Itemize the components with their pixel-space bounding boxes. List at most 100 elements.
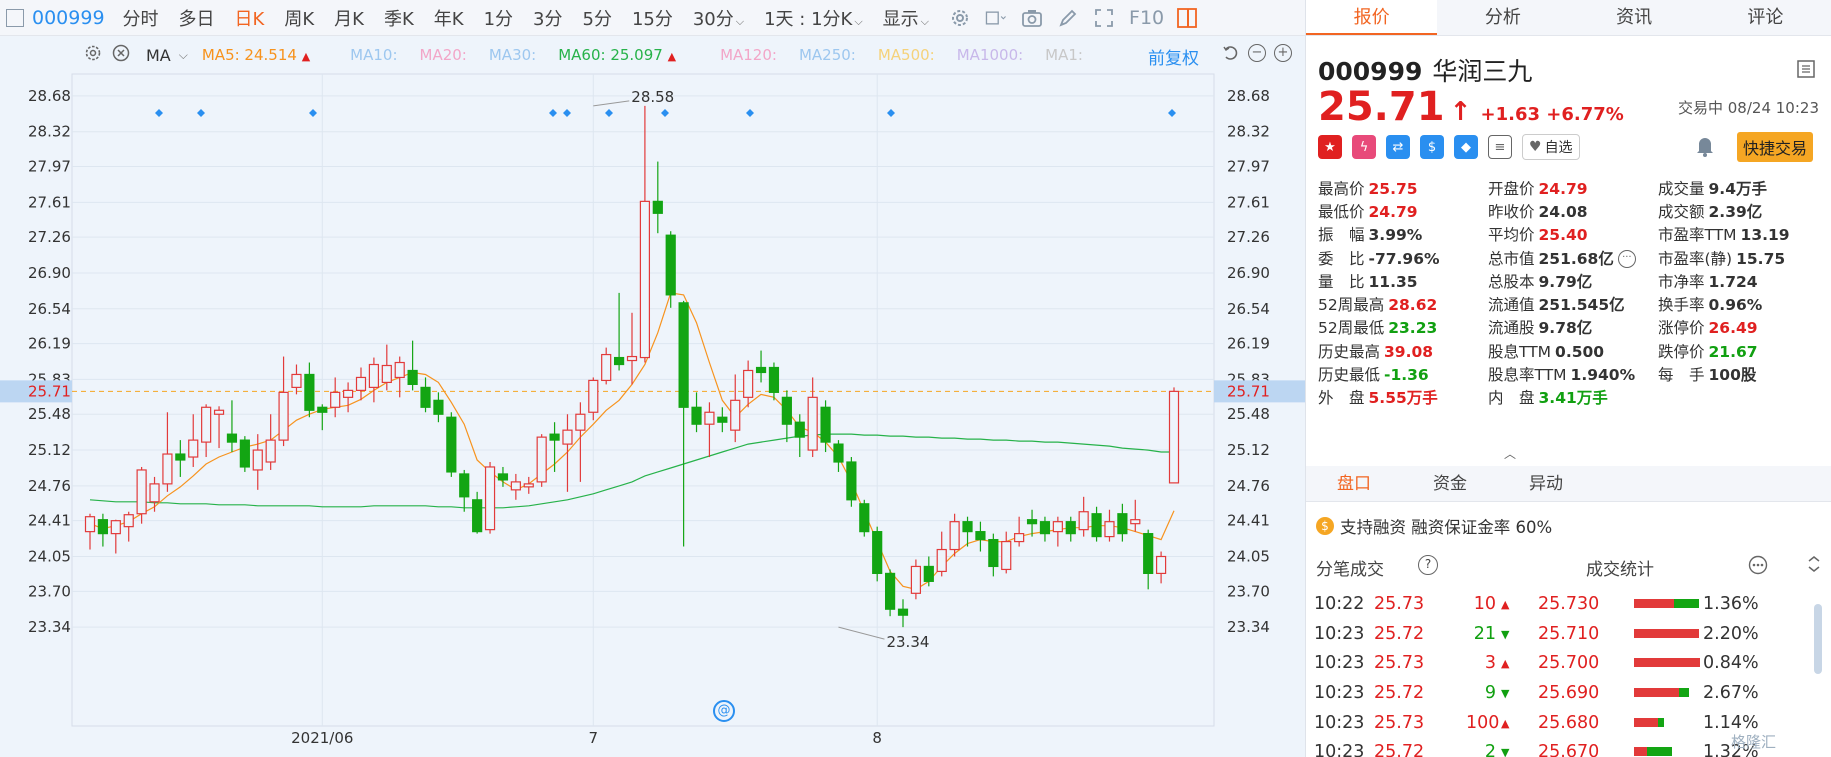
stat-value: 15.75 [1736, 249, 1786, 268]
period-tab-1min[interactable]: 1分 [484, 5, 513, 31]
period-tab-multiday[interactable]: 多日 [179, 5, 215, 31]
current-price-label-right: 25.71 [1227, 382, 1270, 400]
candle-body [239, 439, 250, 468]
period-tab-quarterly-k[interactable]: 季K [384, 5, 414, 31]
display-menu[interactable]: 显示 ⌵ [883, 5, 929, 31]
trade-time: 10:23 [1314, 653, 1365, 674]
period-tab-weekly-k[interactable]: 周K [284, 5, 314, 31]
trade-time: 10:23 [1314, 712, 1365, 733]
y-tick-label-right: 24.76 [1227, 477, 1270, 495]
stat-cell: 52周最低 23.23 [1318, 316, 1488, 338]
period-tab-yearly-k[interactable]: 年K [434, 5, 464, 31]
sell-ratio-fill [1673, 599, 1699, 608]
zoom-out-icon[interactable]: − [1248, 44, 1266, 62]
chevron-up-icon[interactable]: ︿ [1504, 445, 1516, 462]
indicator-settings-icon[interactable] [84, 44, 102, 66]
reset-zoom-icon[interactable] [1222, 44, 1240, 66]
period-tab-monthly-k[interactable]: 月K [334, 5, 364, 31]
candle-body [472, 499, 483, 533]
trades-scrollbar[interactable] [1814, 604, 1822, 674]
y-tick-label-right: 28.32 [1227, 123, 1270, 141]
zoom-in-icon[interactable]: + [1274, 44, 1292, 62]
tab-news[interactable]: 资讯 [1569, 0, 1700, 35]
menu-icon[interactable] [1797, 60, 1815, 82]
stat-cell: 成交量 9.4万手 [1658, 177, 1828, 199]
stat-percent: 2.20% [1703, 623, 1759, 644]
stat-cell: 跌停价 21.67 [1658, 340, 1828, 362]
candle-body [704, 411, 715, 425]
china-flag-icon[interactable]: ★ [1318, 135, 1342, 159]
kline-chart[interactable]: 28.68 28.68 28.32 28.32 27.97 27.97 27.61 27.61… [0, 36, 1305, 757]
bell-icon[interactable] [1694, 134, 1716, 162]
fullscreen-icon[interactable] [1093, 7, 1115, 29]
period-tab-5min[interactable]: 5分 [583, 5, 612, 31]
tab-quote[interactable]: 报价 [1306, 0, 1438, 35]
tag-icon[interactable]: ◆ [1454, 135, 1478, 159]
candle-body [755, 366, 767, 374]
shuffle-icon[interactable]: ⇄ [1386, 135, 1410, 159]
stat-label: 跌停价 [1658, 342, 1705, 361]
volume-ratio-bar [1634, 658, 1701, 668]
more-icon[interactable] [1748, 555, 1768, 580]
kline-chart-panel[interactable]: 28.68 28.68 28.32 28.32 27.97 27.97 27.61 27.61… [0, 36, 1305, 757]
period-tab-daily-k[interactable]: 日K [235, 5, 265, 31]
candle-body [601, 353, 612, 382]
stats-row: 委 比 -77.96% 总市值 251.68亿 ··· 市盈率(静) 15.75 [1318, 246, 1828, 269]
event-marker-icon[interactable]: @ [713, 700, 735, 722]
tab-unusual[interactable]: 异动 [1498, 466, 1594, 501]
layout-toggle-icon[interactable] [6, 8, 24, 27]
ma60-text: MA60: 25.097 [558, 46, 663, 64]
more-icon[interactable]: ··· [1617, 250, 1636, 269]
note-icon[interactable]: ≡ [1488, 135, 1512, 159]
candle-body [872, 531, 883, 575]
expand-icon[interactable] [1806, 555, 1822, 578]
candle-body [510, 481, 521, 491]
period-tab-3min[interactable]: 3分 [533, 5, 562, 31]
help-icon[interactable]: ? [1418, 555, 1438, 575]
hk-connect-icon[interactable]: ϟ [1352, 135, 1376, 159]
candle-body [717, 416, 728, 423]
candle-body [536, 436, 547, 483]
stat-value: 3.99% [1368, 226, 1423, 245]
chart-zoom-controls: − + [1222, 44, 1292, 66]
add-watchlist-button[interactable]: ♥ 自选 [1522, 134, 1580, 160]
stat-label: 历史最高 [1318, 342, 1381, 361]
period-tab-15min[interactable]: 15分 [632, 5, 673, 31]
y-tick-label-right: 26.90 [1227, 264, 1270, 282]
stat-cell: 股息率TTM 1.940% [1488, 363, 1658, 385]
close-indicator-icon[interactable] [112, 44, 130, 66]
trade-price: 25.72 [1374, 742, 1425, 757]
ma-indicator-label[interactable]: MA [146, 46, 171, 65]
stat-cell: 历史最高 39.08 [1318, 340, 1488, 362]
draw-pencil-icon[interactable] [1057, 7, 1079, 29]
stat-value: 28.62 [1388, 296, 1438, 315]
interval-select[interactable]: 1天 : 1分K ⌵ [764, 5, 863, 31]
candle-body [1052, 521, 1063, 533]
panel-toggle-icon[interactable] [1176, 7, 1198, 29]
chevron-down-icon[interactable]: ⌵ [179, 48, 188, 63]
period-tab-30min[interactable]: 30分 ⌵ [693, 5, 744, 31]
stat-value: 1.724 [1708, 272, 1758, 291]
event-diamond-icon [549, 109, 557, 117]
stat-cell: 外 盘 5.55万手 [1318, 386, 1488, 408]
trade-volume: 10 [1473, 594, 1496, 614]
up-arrow-icon: ↑ [1449, 97, 1472, 127]
tab-fund-flow[interactable]: 资金 [1402, 466, 1498, 501]
f10-button[interactable]: F10 [1129, 7, 1164, 29]
stat-cell: 市净率 1.724 [1658, 270, 1828, 292]
period-tab-fenshi[interactable]: 分时 [123, 5, 159, 31]
settings-gear-icon[interactable] [949, 7, 971, 29]
chevron-down-icon: ⌵ [854, 14, 863, 28]
dollar-icon[interactable]: $ [1420, 135, 1444, 159]
tab-order-book[interactable]: 盘口 [1306, 466, 1402, 501]
quick-trade-button[interactable]: 快捷交易 [1737, 132, 1814, 162]
tab-comments[interactable]: 评论 [1700, 0, 1831, 35]
candle-body [639, 200, 651, 359]
depth-tabs: 盘口 资金 异动 [1306, 466, 1831, 502]
stat-label: 成交量 [1658, 179, 1705, 198]
price-adjust-toggle[interactable]: 前复权 [1148, 44, 1199, 69]
tab-analysis[interactable]: 分析 [1437, 0, 1568, 35]
camera-icon[interactable] [1021, 7, 1043, 29]
ma1-value: MA1: [1045, 46, 1083, 64]
chart-style-icon[interactable] [985, 7, 1007, 29]
